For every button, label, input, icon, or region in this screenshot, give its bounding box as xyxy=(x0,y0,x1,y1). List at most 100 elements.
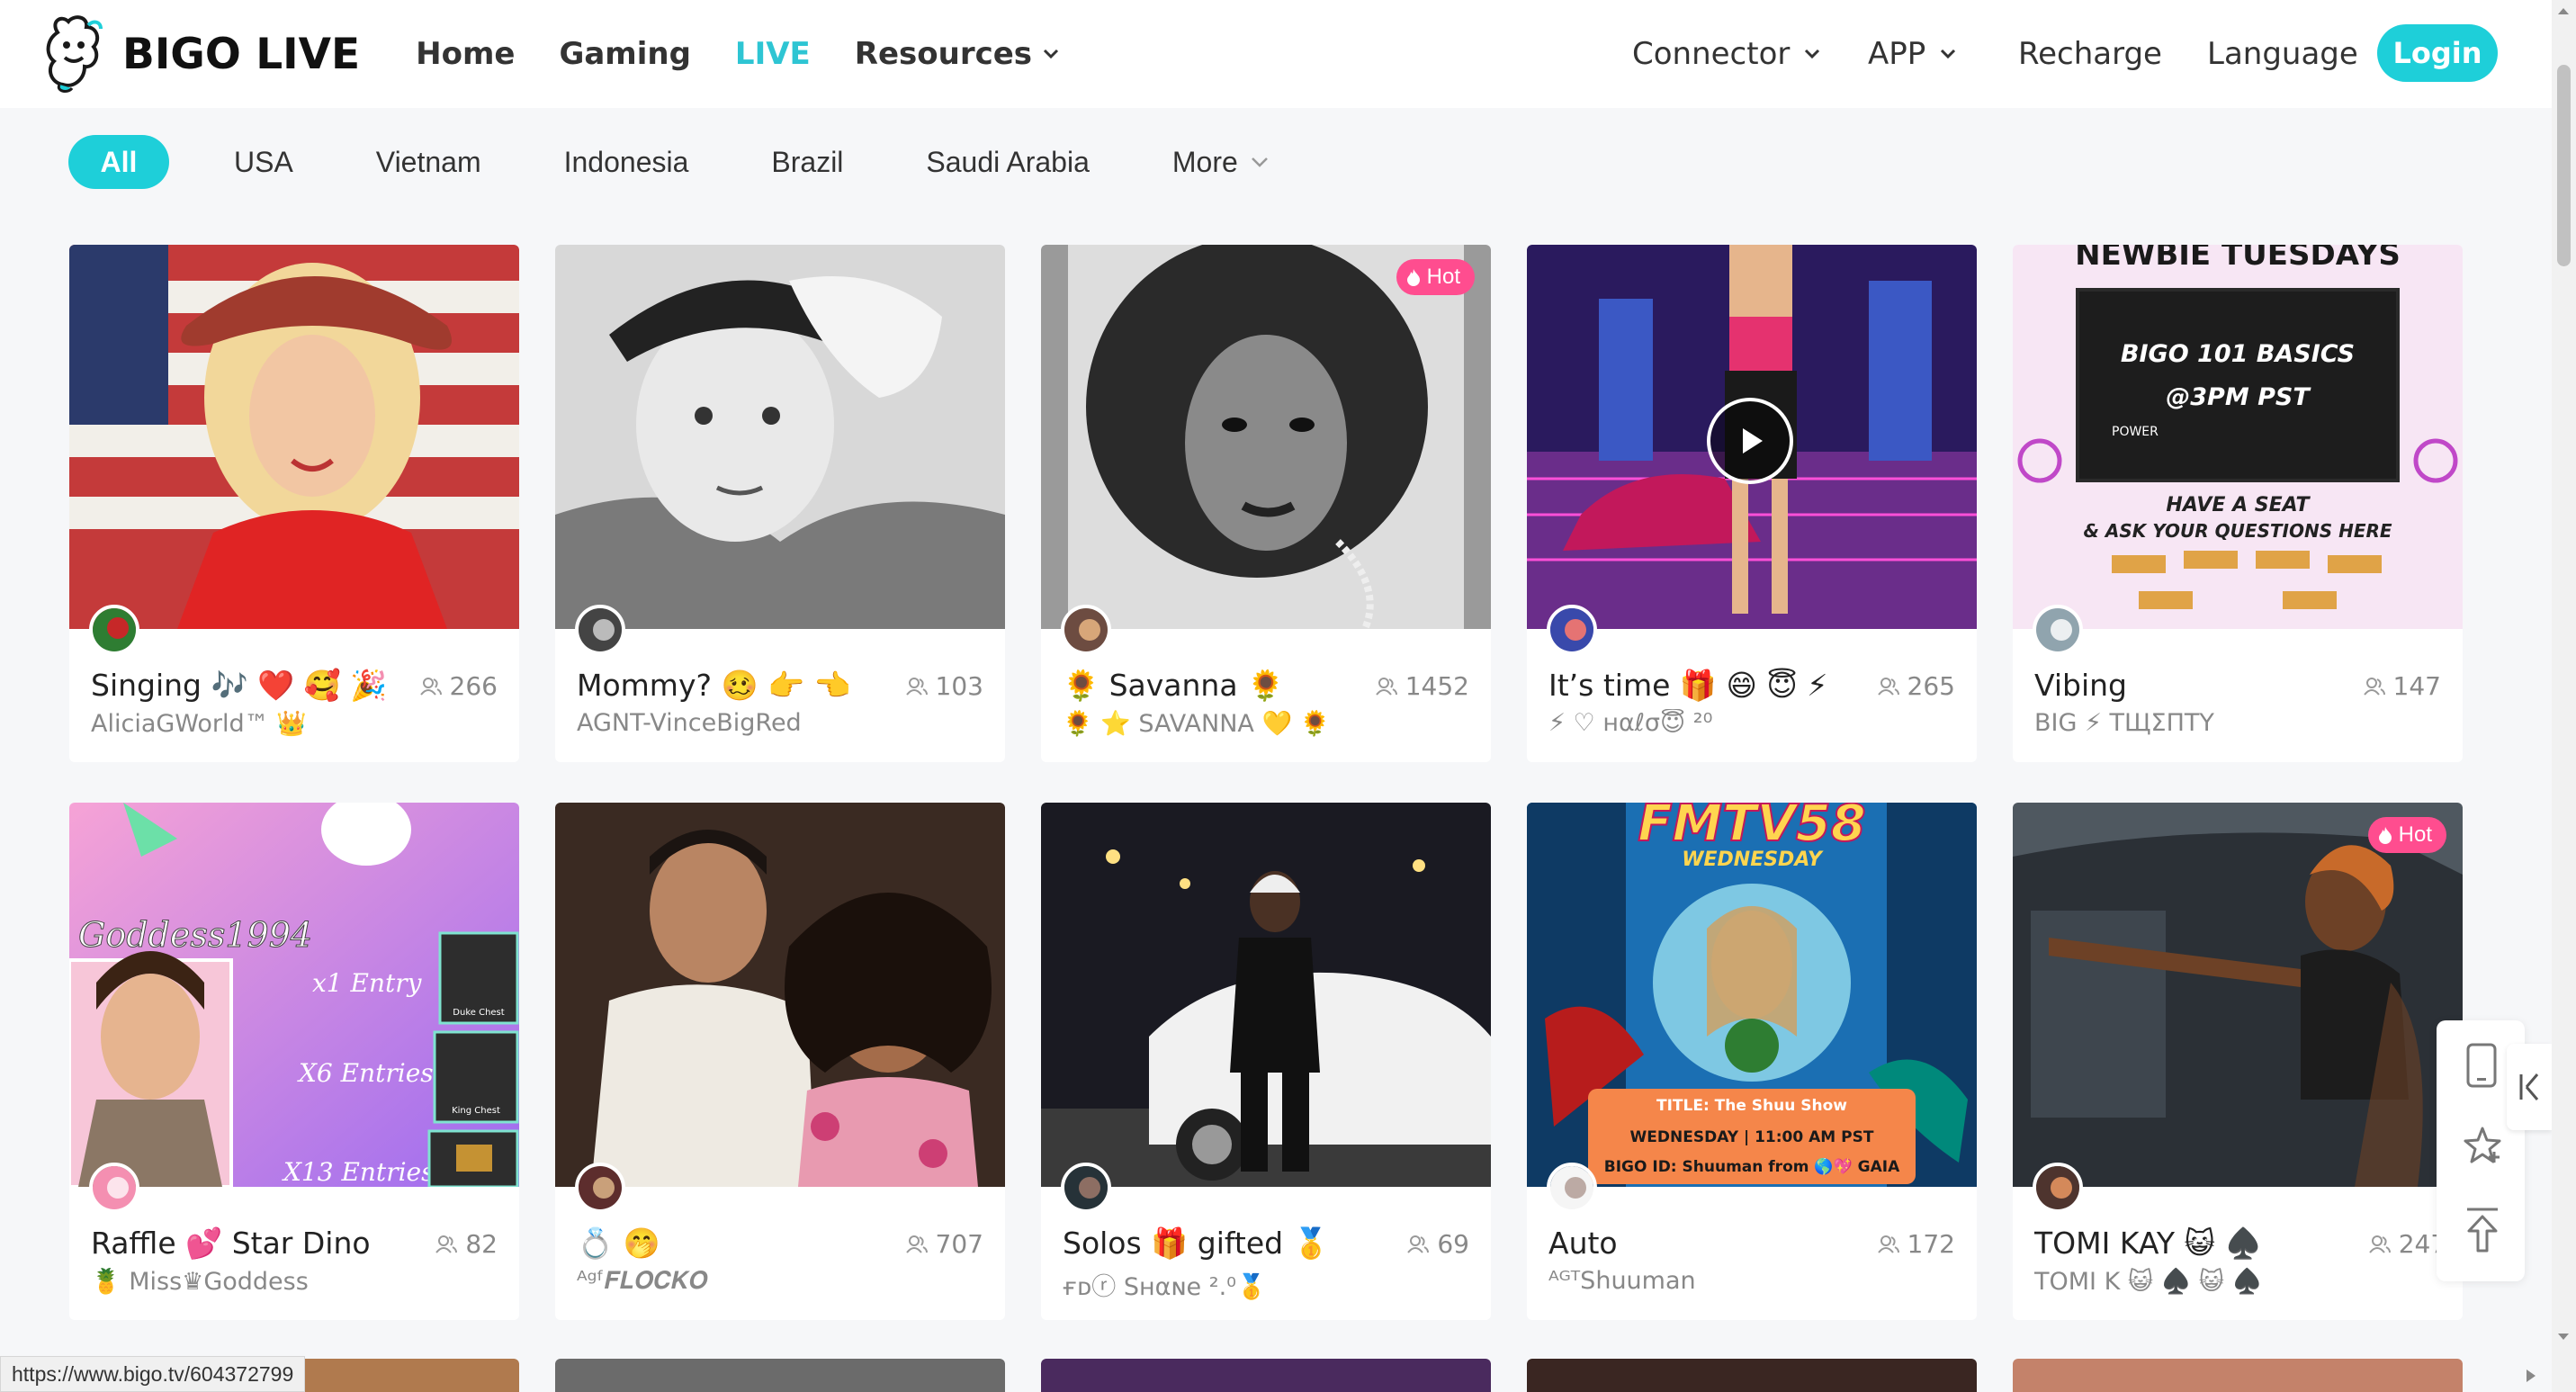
nav-resources-label: Resources xyxy=(854,36,1033,72)
streamer-avatar[interactable] xyxy=(89,605,139,655)
chevron-down-icon xyxy=(1251,157,1268,167)
login-button[interactable]: Login xyxy=(2377,24,2498,82)
nav-recharge[interactable]: Recharge xyxy=(2018,36,2162,72)
viewer-count-value: 69 xyxy=(1437,1229,1469,1259)
live-card[interactable]: NEWBIE TUESDAYS BIGO 101 BASICS @3PM PST… xyxy=(2013,245,2463,762)
live-card[interactable]: It’s time 🎁 😄 😇 ⚡ 265 ⚡ ♡ нαℓσ😇 ²⁰ xyxy=(1527,245,1977,762)
viewer-count-value: 147 xyxy=(2392,671,2441,701)
next-row-card[interactable] xyxy=(2013,1359,2463,1392)
next-row-card[interactable] xyxy=(1041,1359,1491,1392)
streamer-name[interactable]: AliciaGWorld™ 👑 xyxy=(91,709,307,738)
live-card[interactable]: Mommy? 🥴 👉 👈 103 AGNT-VinceBigRed xyxy=(555,245,1005,762)
streamer-name[interactable]: 🍍 Miss♛Goddess xyxy=(91,1267,309,1296)
streamer-avatar[interactable] xyxy=(1061,605,1111,655)
streamer-name[interactable]: ⚡ ♡ нαℓσ😇 ²⁰ xyxy=(1548,709,1712,737)
scrollbar-thumb[interactable] xyxy=(2557,65,2571,266)
viewers-icon xyxy=(905,1235,928,1253)
filter-indonesia[interactable]: Indonesia xyxy=(564,135,689,189)
mobile-app-icon[interactable] xyxy=(2465,1042,2498,1089)
viewers-icon xyxy=(1877,677,1899,696)
chevron-down-icon xyxy=(1043,49,1059,59)
hot-badge-label: Hot xyxy=(2398,822,2432,847)
viewer-count: 266 xyxy=(419,671,498,701)
stream-title: Singing 🎶 ❤️ 🥰 🎉 xyxy=(91,668,388,703)
viewer-count-value: 172 xyxy=(1907,1229,1955,1259)
link-status-url: https://www.bigo.tv/604372799 xyxy=(0,1356,306,1392)
nav-connector[interactable]: Connector xyxy=(1632,36,1839,72)
chevron-down-icon xyxy=(1941,49,1956,59)
chevron-down-icon xyxy=(1805,49,1820,59)
nav-language[interactable]: Language xyxy=(2207,36,2358,72)
nav-home[interactable]: Home xyxy=(416,36,515,72)
play-button[interactable] xyxy=(1707,398,1793,484)
streamer-avatar[interactable] xyxy=(575,605,625,655)
streamer-avatar[interactable] xyxy=(1547,1163,1597,1213)
scroll-down-arrow-icon[interactable] xyxy=(2556,1332,2571,1343)
streamer-avatar[interactable] xyxy=(2033,605,2083,655)
nav-resources[interactable]: Resources xyxy=(855,36,1061,72)
viewer-count-value: 266 xyxy=(449,671,498,701)
next-row-card[interactable] xyxy=(555,1359,1005,1392)
flame-icon xyxy=(1406,269,1420,286)
collapse-sidebar-tab[interactable] xyxy=(2507,1044,2552,1130)
live-card[interactable]: Hot 🌻 Savanna 🌻 1452 🌻 ⭐ SAVANNA 💛 🌻 xyxy=(1041,245,1491,762)
stream-thumbnail xyxy=(1041,245,1491,629)
brand-name: BIGO LIVE xyxy=(122,29,361,79)
scroll-up-arrow-icon[interactable] xyxy=(2556,5,2571,16)
scroll-right-arrow-icon[interactable] xyxy=(2525,1368,2537,1384)
filter-brazil[interactable]: Brazil xyxy=(771,135,843,189)
viewers-icon xyxy=(2363,677,2385,696)
filter-all[interactable]: All xyxy=(68,135,169,189)
nav-live[interactable]: LIVE xyxy=(735,36,811,72)
live-card[interactable]: Goddess1994 x1 Entry X6 Entries X13 Entr… xyxy=(69,803,519,1320)
filter-saudi-arabia[interactable]: Saudi Arabia xyxy=(926,135,1089,189)
live-card[interactable]: FMTV58 WEDNESDAY TITLE: The Shuu Show WE… xyxy=(1527,803,1977,1320)
viewers-icon xyxy=(419,677,442,696)
streamer-name[interactable]: BIG ⚡ ТЩΣПТΥ xyxy=(2034,709,2214,737)
stream-title: It’s time 🎁 😄 😇 ⚡ xyxy=(1548,668,1828,703)
stream-title: Vibing xyxy=(2034,668,2127,703)
viewer-count: 103 xyxy=(905,671,983,701)
viewer-count-value: 82 xyxy=(465,1229,498,1259)
region-filter-bar: All USA Vietnam Indonesia Brazil Saudi A… xyxy=(68,135,1270,189)
thumb-x6-text: X6 Entries xyxy=(297,1058,434,1088)
hot-badge-label: Hot xyxy=(1426,265,1460,289)
viewers-icon xyxy=(2368,1235,2391,1253)
favorite-star-icon[interactable] xyxy=(2462,1125,2503,1166)
stream-thumbnail: NEWBIE TUESDAYS BIGO 101 BASICS @3PM PST… xyxy=(2013,245,2463,629)
live-card[interactable]: 💍 🤭 707 ᴬᵍᶠ𝑭𝑳𝑶𝑪𝑲𝑶 xyxy=(555,803,1005,1320)
streamer-avatar[interactable] xyxy=(1547,605,1597,655)
nav-connector-label: Connector xyxy=(1632,36,1791,72)
hot-badge: Hot xyxy=(1396,259,1475,295)
streamer-avatar[interactable] xyxy=(2033,1163,2083,1213)
viewer-count-value: 707 xyxy=(935,1229,983,1259)
streamer-name[interactable]: ᴬᵍᶠ𝑭𝑳𝑶𝑪𝑲𝑶 xyxy=(577,1267,708,1296)
bigo-logo[interactable]: BIGO LIVE xyxy=(41,13,360,95)
live-card[interactable]: Hot TOMI KAY 😺 ♠️ 2478 TOMI K 😺 ♠️ 😺 ♠️ xyxy=(2013,803,2463,1320)
streamer-avatar[interactable] xyxy=(575,1163,625,1213)
viewer-count: 147 xyxy=(2363,671,2441,701)
streamer-name[interactable]: AGNT-VinceBigRed xyxy=(577,709,802,737)
streamer-avatar[interactable] xyxy=(1061,1163,1111,1213)
live-card[interactable]: Singing 🎶 ❤️ 🥰 🎉 266 AliciaGWorld™ 👑 xyxy=(69,245,519,762)
stream-title: TOMI KAY 😺 ♠️ xyxy=(2034,1226,2262,1261)
streamer-name[interactable]: ғᴅⓡ Sнαɴe ².⁰🥇 xyxy=(1063,1267,1267,1302)
back-to-top-icon[interactable] xyxy=(2464,1206,2501,1254)
nav-app[interactable]: APP xyxy=(1868,36,1985,72)
filter-vietnam[interactable]: Vietnam xyxy=(376,135,481,189)
filter-usa[interactable]: USA xyxy=(234,135,293,189)
live-card[interactable]: Solos 🎁 gifted 🥇 69 ғᴅⓡ Sнαɴe ².⁰🥇 xyxy=(1041,803,1491,1320)
streamer-name[interactable]: ᴬᴳᵀShuuman xyxy=(1548,1267,1696,1295)
stream-thumbnail xyxy=(69,245,519,629)
nav-gaming[interactable]: Gaming xyxy=(559,36,690,72)
filter-more[interactable]: More xyxy=(1172,135,1270,189)
streamer-avatar[interactable] xyxy=(89,1163,139,1213)
thumb-newbie-text: NEWBIE TUESDAYS xyxy=(2075,245,2401,273)
thumb-x1-text: x1 Entry xyxy=(312,968,423,998)
thumb-power-text: POWER xyxy=(2112,425,2159,439)
streamer-name[interactable]: 🌻 ⭐ SAVANNA 💛 🌻 xyxy=(1063,709,1330,738)
next-row-card[interactable] xyxy=(1527,1359,1977,1392)
streamer-name[interactable]: TOMI K 😺 ♠️ 😺 ♠️ xyxy=(2034,1267,2262,1296)
viewer-count: 82 xyxy=(435,1229,498,1259)
stream-thumbnail xyxy=(555,245,1005,629)
